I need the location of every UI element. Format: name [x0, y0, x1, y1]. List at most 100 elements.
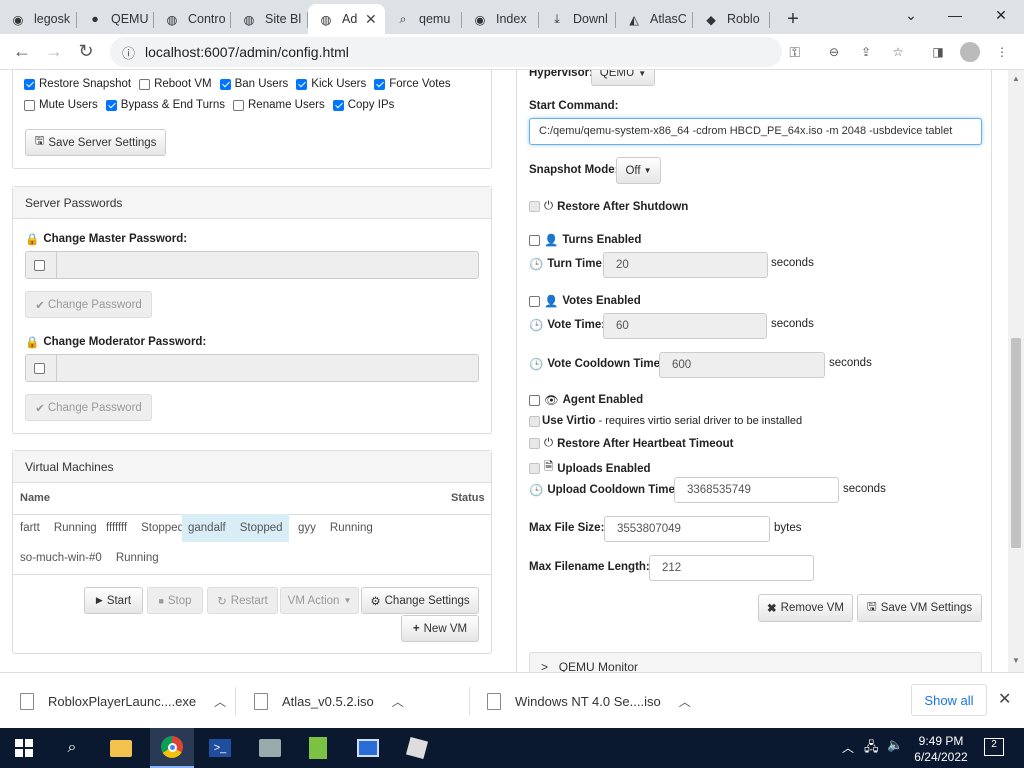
permission-checkbox[interactable] [24, 99, 35, 111]
restore-after-heartbeat-option[interactable]: ⏻ Restore After Heartbeat Timeout [529, 437, 733, 450]
permission-checkbox[interactable] [24, 78, 35, 90]
back-icon[interactable]: ← [6, 36, 38, 68]
address-bar[interactable]: ⓘ localhost:6007/admin/config.html ⚿ [110, 37, 800, 67]
info-icon[interactable]: ⓘ [122, 43, 135, 62]
browser-tab[interactable]: ⤓ Downl [539, 4, 616, 34]
change-master-password-button[interactable]: ✔ Change Password [25, 291, 152, 318]
browser-tab[interactable]: ◭ AtlasC [616, 4, 693, 34]
moderator-password-toggle[interactable] [25, 354, 57, 382]
share-icon[interactable]: ⇪ [850, 36, 882, 68]
system-clock[interactable]: 9:49 PM 6/24/2022 [906, 733, 976, 765]
change-moderator-password-button[interactable]: ✔ Change Password [25, 394, 152, 421]
powershell-icon[interactable]: >_ [208, 736, 232, 760]
vm-action-dropdown[interactable]: VM Action ▼ [280, 587, 359, 614]
chrome-taskbar-icon[interactable] [150, 728, 194, 768]
votes-enabled-checkbox[interactable] [529, 295, 540, 307]
browser-tab[interactable]: ◍ Contro [154, 4, 231, 34]
permission-checkbox[interactable] [374, 78, 386, 90]
save-server-settings-button[interactable]: 🖫 Save Server Settings [25, 129, 166, 156]
minimize-icon[interactable]: — [932, 0, 978, 30]
turns-enabled-option[interactable]: 👤 Turns Enabled [529, 233, 641, 247]
roblox-icon[interactable] [405, 736, 429, 760]
search-icon[interactable]: ⌕ [60, 736, 84, 760]
network-icon[interactable]: 🖧 [864, 738, 879, 760]
turn-time-input[interactable]: 20 [603, 252, 768, 278]
vm-list-item[interactable]: fffffff Stopped [100, 514, 190, 542]
chevron-up-icon[interactable]: ︿ [214, 693, 226, 710]
show-all-downloads-button[interactable]: Show all [911, 684, 987, 716]
chevron-up-icon[interactable]: ︿ [392, 693, 404, 710]
browser-tab[interactable]: ◆ Roblo [693, 4, 770, 34]
close-icon[interactable]: ✕ [978, 0, 1024, 30]
max-file-size-input[interactable]: 3553807049 [604, 516, 770, 542]
permission-checkbox[interactable] [233, 99, 244, 111]
close-tab-icon[interactable]: ✕ [365, 11, 379, 28]
key-icon[interactable]: ⚿ [789, 44, 800, 61]
uploads-enabled-option[interactable]: 🗎 Uploads Enabled [529, 459, 651, 478]
browser-tab[interactable]: ⌕ qemu [385, 4, 462, 34]
chevron-down-icon[interactable]: ⌄ [888, 0, 934, 30]
browser-tab[interactable]: ◍ Ad ✕ [308, 4, 385, 34]
new-tab-button[interactable]: + [778, 4, 808, 34]
file-explorer-icon[interactable] [109, 736, 133, 760]
vote-time-input[interactable]: 60 [603, 313, 767, 339]
windows-start-icon[interactable] [12, 736, 36, 760]
app-window-icon[interactable] [356, 736, 380, 760]
vm-list-item[interactable]: so-much-win-#0 Running [14, 544, 165, 572]
restart-vm-button[interactable]: ↻ Restart [207, 587, 278, 614]
uploads-enabled-checkbox[interactable] [529, 463, 540, 474]
vm-list-item[interactable]: fartt Running [14, 514, 103, 542]
restore-after-heartbeat-checkbox[interactable] [529, 438, 540, 449]
chevron-up-icon[interactable]: ︿ [679, 693, 691, 710]
browser-tab[interactable]: ◍ Site Bl [231, 4, 308, 34]
scrollbar-thumb[interactable] [1011, 338, 1021, 548]
votes-enabled-option[interactable]: 👤 Votes Enabled [529, 294, 641, 308]
remove-vm-button[interactable]: ✖ Remove VM [758, 594, 853, 622]
sidepanel-icon[interactable]: ◨ [922, 36, 954, 68]
permission-checkbox[interactable] [105, 99, 117, 111]
moderator-password-field[interactable] [56, 354, 479, 382]
notepad-icon[interactable] [306, 736, 330, 760]
snapshot-mode-dropdown[interactable]: Off ▼ [616, 157, 661, 184]
close-icon[interactable]: ✕ [998, 689, 1011, 709]
permission-checkbox[interactable] [219, 78, 231, 90]
scroll-up-icon[interactable]: ▲ [1012, 74, 1020, 83]
network-app-icon[interactable] [258, 736, 282, 760]
reload-icon[interactable]: ↻ [70, 36, 102, 68]
tray-chevron-icon[interactable]: ︿ [842, 739, 854, 756]
page-scrollbar[interactable]: ▲ ▼ [1008, 70, 1024, 672]
agent-enabled-option[interactable]: 👁 Agent Enabled [529, 393, 643, 407]
url-text[interactable]: localhost:6007/admin/config.html [145, 44, 349, 60]
master-password-field[interactable] [56, 251, 479, 279]
vm-list-item[interactable]: gandalf Stopped [182, 514, 289, 542]
browser-tab[interactable]: ◉ legosk [0, 4, 77, 34]
browser-tab[interactable]: ● QEMU [77, 4, 154, 34]
stop-vm-button[interactable]: ■ Stop [147, 587, 203, 614]
new-vm-button[interactable]: + New VM [401, 615, 479, 642]
restore-after-shutdown-checkbox[interactable] [529, 201, 540, 212]
browser-tab[interactable]: ◉ Index [462, 4, 539, 34]
use-virtio-checkbox[interactable] [529, 415, 540, 427]
agent-enabled-checkbox[interactable] [529, 394, 540, 406]
master-password-toggle[interactable] [25, 251, 57, 279]
notification-center-icon[interactable]: 2 [984, 738, 1004, 756]
vm-list-item[interactable]: gyy Running [292, 514, 379, 542]
max-filename-length-input[interactable]: 212 [649, 555, 814, 581]
use-virtio-option[interactable]: Use Virtio - requires virtio serial driv… [529, 415, 802, 427]
bookmark-star-icon[interactable]: ☆ [882, 36, 914, 68]
menu-kebab-icon[interactable]: ⋮ [986, 36, 1018, 68]
profile-avatar[interactable] [954, 36, 986, 68]
change-settings-button[interactable]: ⚙ Change Settings [361, 587, 479, 614]
start-command-input[interactable]: C:/qemu/qemu-system-x86_64 -cdrom HBCD_P… [529, 118, 982, 145]
download-item[interactable]: Atlas_v0.5.2.iso ︿ [254, 683, 404, 719]
download-item[interactable]: RobloxPlayerLaunc....exe ︿ [20, 683, 226, 719]
forward-icon[interactable]: → [38, 36, 70, 68]
qemu-monitor-panel[interactable]: >_ QEMU Monitor [529, 652, 982, 672]
upload-cooldown-input[interactable]: 3368535749 [674, 477, 839, 503]
hypervisor-dropdown[interactable]: QEMU ▼ [591, 70, 655, 86]
volume-icon[interactable]: 🔈 [887, 737, 903, 753]
scroll-down-icon[interactable]: ▼ [1012, 656, 1020, 665]
start-vm-button[interactable]: ▶ Start [84, 587, 143, 614]
restore-after-shutdown-option[interactable]: ⏻ Restore After Shutdown [529, 200, 688, 213]
permission-checkbox[interactable] [139, 78, 151, 90]
